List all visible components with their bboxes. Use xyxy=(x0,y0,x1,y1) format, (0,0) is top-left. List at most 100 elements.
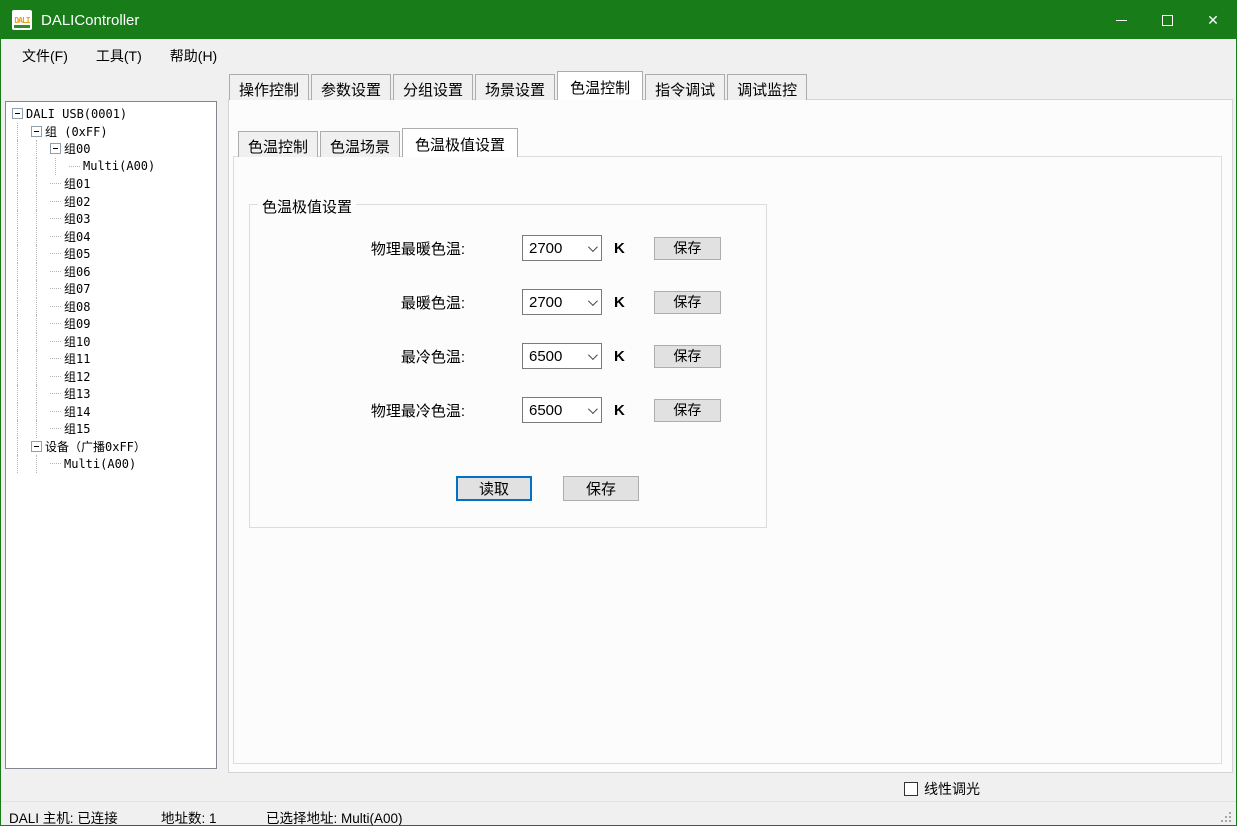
tree-node[interactable]: 组09 xyxy=(6,315,216,333)
tree-node[interactable]: 组 (0xFF) xyxy=(6,123,216,141)
tree-node-label: 组15 xyxy=(64,420,90,437)
tree-guide xyxy=(12,245,31,263)
row-save-button[interactable]: 保存 xyxy=(654,237,721,260)
cct-combobox[interactable]: 2700 xyxy=(522,289,602,315)
tree-guide xyxy=(31,298,50,316)
tree-node-label: 组10 xyxy=(64,333,90,350)
tree-guide xyxy=(12,280,31,298)
tree-guide xyxy=(31,420,50,438)
chevron-glyph xyxy=(587,296,597,306)
tree-guide xyxy=(31,228,50,246)
device-tree[interactable]: DALI USB(0001)组 (0xFF)组00Multi(A00)组01组0… xyxy=(5,101,217,769)
main-tab[interactable]: 指令调试 xyxy=(645,74,725,100)
cct-row: 物理最暖色温:2700K保存 xyxy=(250,235,766,261)
tree-leaf-dash xyxy=(50,183,61,184)
main-tab[interactable]: 色温控制 xyxy=(557,71,643,100)
tree-guide xyxy=(12,350,31,368)
cct-combobox[interactable]: 6500 xyxy=(522,343,602,369)
tree-node[interactable]: 组02 xyxy=(6,193,216,211)
tree-leaf-dash xyxy=(50,218,61,219)
save-all-button[interactable]: 保存 xyxy=(563,476,639,501)
row-save-button[interactable]: 保存 xyxy=(654,345,721,368)
menu-item[interactable]: 文件(F) xyxy=(8,40,82,72)
chevron-down-icon xyxy=(581,290,601,314)
maximize-button[interactable] xyxy=(1144,1,1190,39)
tree-leaf-dash xyxy=(50,323,61,324)
menu-item[interactable]: 帮助(H) xyxy=(156,40,231,72)
main-tab[interactable]: 调试监控 xyxy=(727,74,807,100)
combobox-value: 6500 xyxy=(523,402,581,419)
cct-row: 最暖色温:2700K保存 xyxy=(250,289,766,315)
main-tab[interactable]: 参数设置 xyxy=(311,74,391,100)
sub-tab[interactable]: 色温控制 xyxy=(238,131,318,157)
tree-node[interactable]: 组10 xyxy=(6,333,216,351)
tree-node[interactable]: 组13 xyxy=(6,385,216,403)
tree-node[interactable]: 组03 xyxy=(6,210,216,228)
tree-node-label: DALI USB(0001) xyxy=(26,107,127,121)
tree-node[interactable]: 组12 xyxy=(6,368,216,386)
tree-leaf-dash xyxy=(50,201,61,202)
chevron-down-icon xyxy=(581,398,601,422)
sub-tabs: 色温控制色温场景色温极值设置 xyxy=(238,130,520,157)
tree-node[interactable]: Multi(A00) xyxy=(6,158,216,176)
resize-grip-icon[interactable] xyxy=(1229,820,1231,822)
tree-guide xyxy=(12,333,31,351)
close-button[interactable]: ✕ xyxy=(1190,1,1236,39)
tree-node[interactable]: 组11 xyxy=(6,350,216,368)
main-tab[interactable]: 分组设置 xyxy=(393,74,473,100)
tree-node[interactable]: 组05 xyxy=(6,245,216,263)
collapse-expander-icon[interactable] xyxy=(31,126,42,137)
read-button[interactable]: 读取 xyxy=(456,476,532,501)
row-save-button[interactable]: 保存 xyxy=(654,399,721,422)
tree-node[interactable]: 组04 xyxy=(6,228,216,246)
tree-node-label: 组08 xyxy=(64,298,90,315)
collapse-expander-icon[interactable] xyxy=(31,441,42,452)
tree-node[interactable]: 组01 xyxy=(6,175,216,193)
collapse-expander-icon[interactable] xyxy=(12,108,23,119)
unit-label: K xyxy=(614,402,625,419)
tree-node-label: 组01 xyxy=(64,175,90,192)
tree-guide xyxy=(31,193,50,211)
main-tab[interactable]: 场景设置 xyxy=(475,74,555,100)
collapse-expander-icon[interactable] xyxy=(50,143,61,154)
tree-node[interactable]: 组06 xyxy=(6,263,216,281)
cct-combobox[interactable]: 2700 xyxy=(522,235,602,261)
tree-guide xyxy=(12,158,31,176)
tree-node[interactable]: 设备（广播0xFF） xyxy=(6,438,216,456)
tree-guide xyxy=(31,333,50,351)
tree-node-label: 组07 xyxy=(64,280,90,297)
menubar: 文件(F)工具(T)帮助(H) xyxy=(1,39,1236,72)
status-host: DALI 主机: 已连接 xyxy=(9,807,118,826)
tree-node[interactable]: Multi(A00) xyxy=(6,455,216,473)
tree-node[interactable]: 组14 xyxy=(6,403,216,421)
tree-node-label: 设备（广播0xFF） xyxy=(45,438,146,455)
field-label: 物理最冷色温: xyxy=(250,400,465,421)
tree-node-label: Multi(A00) xyxy=(83,159,155,173)
tree-leaf-dash xyxy=(50,376,61,377)
linear-dimming-checkbox[interactable] xyxy=(904,782,918,796)
sub-tab[interactable]: 色温极值设置 xyxy=(402,128,518,157)
tree-node[interactable]: 组00 xyxy=(6,140,216,158)
tree-node[interactable]: 组08 xyxy=(6,298,216,316)
chevron-glyph xyxy=(587,242,597,252)
tree-node[interactable]: DALI USB(0001) xyxy=(6,105,216,123)
tree-guide xyxy=(31,368,50,386)
minimize-icon xyxy=(1116,20,1127,21)
menu-item[interactable]: 工具(T) xyxy=(82,40,156,72)
tree-guide xyxy=(31,245,50,263)
tree-node-label: Multi(A00) xyxy=(64,457,136,471)
tree-guide xyxy=(31,175,50,193)
tree-guide xyxy=(31,140,50,158)
linear-dimming-label: 线性调光 xyxy=(924,779,980,799)
cct-row: 最冷色温:6500K保存 xyxy=(250,343,766,369)
minimize-button[interactable] xyxy=(1098,1,1144,39)
cct-combobox[interactable]: 6500 xyxy=(522,397,602,423)
titlebar: DALI DALIController ✕ xyxy=(1,1,1236,39)
tree-node[interactable]: 组15 xyxy=(6,420,216,438)
sub-tab[interactable]: 色温场景 xyxy=(320,131,400,157)
tree-node[interactable]: 组07 xyxy=(6,280,216,298)
main-tab[interactable]: 操作控制 xyxy=(229,74,309,100)
row-save-button[interactable]: 保存 xyxy=(654,291,721,314)
statusbar: DALI 主机: 已连接 地址数: 1 已选择地址: Multi(A00) xyxy=(1,801,1236,826)
tree-leaf-dash xyxy=(50,358,61,359)
